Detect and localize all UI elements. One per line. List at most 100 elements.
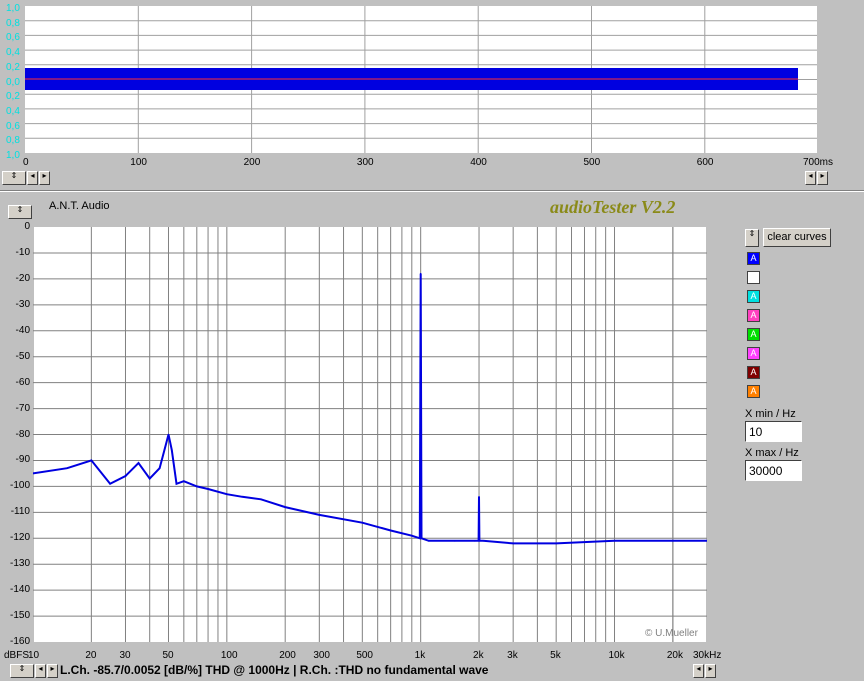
time-zoom-left-button[interactable]: ◂ xyxy=(805,171,816,185)
spectrum-y-tick-label: -30 xyxy=(15,298,30,310)
spectrum-point xyxy=(90,459,93,462)
spectrum-point xyxy=(175,482,178,485)
spectrum-point xyxy=(419,537,421,540)
spectrum-point xyxy=(454,540,456,542)
clear-curves-button[interactable]: clear curves xyxy=(763,228,831,247)
status-left-button[interactable]: ◂ xyxy=(35,664,46,678)
spectrum-point xyxy=(284,506,286,508)
spectrum-x-tick-label: 10k xyxy=(608,650,625,661)
time-y-tick-label: 0,6 xyxy=(6,32,20,44)
curve-swatch[interactable]: A xyxy=(747,366,760,379)
device-label: A.N.T. Audio xyxy=(49,200,110,212)
curve-swatch[interactable]: A xyxy=(747,252,760,265)
spectrum-x-tick-label: 300 xyxy=(313,650,330,661)
time-y-spin-button[interactable]: ⇕ xyxy=(2,171,26,185)
time-plot-area xyxy=(25,6,817,153)
freq-scroll-left-button[interactable]: ◂ xyxy=(693,664,704,678)
time-y-tick-label: 1,0 xyxy=(6,3,20,14)
time-x-tick-label: 600 xyxy=(696,157,714,168)
spectrum-point xyxy=(137,462,140,464)
spectrum-point xyxy=(109,482,111,485)
spectrum-x-tick-label: 50 xyxy=(162,650,174,661)
time-x-tick-label: 400 xyxy=(470,157,487,168)
spectrum-x-tick-label: 10 xyxy=(28,650,40,661)
y-unit-label: dBFS xyxy=(4,650,30,661)
spectrum-y-tick-label: -50 xyxy=(15,350,30,362)
spectrum-x-tick-label: 3k xyxy=(507,650,518,661)
spectrum-point xyxy=(473,540,476,542)
freq-scroll-right-button[interactable]: ▸ xyxy=(705,664,716,678)
spectrum-y-tick-label: -90 xyxy=(15,454,30,466)
curve-swatch[interactable]: A xyxy=(747,328,760,341)
spectrum-x-tick-label: 100 xyxy=(220,650,238,661)
status-spin-button[interactable]: ⇕ xyxy=(10,664,34,678)
spectrum-point xyxy=(672,540,674,542)
spectrum-point xyxy=(260,498,262,501)
status-right-button[interactable]: ▸ xyxy=(47,664,58,678)
curve-swatch[interactable]: A xyxy=(747,347,760,360)
spectrum-plot-area: © U.Mueller xyxy=(32,227,708,642)
spectrum-y-tick-label: -110 xyxy=(10,506,30,518)
time-x-tick-label: 100 xyxy=(130,157,147,168)
spectrum-point xyxy=(427,540,430,542)
time-y-tick-label: 0,8 xyxy=(6,17,20,29)
spectrum-x-tick-label: 20 xyxy=(85,650,97,661)
spectrum-y-tick-label: -80 xyxy=(15,428,30,440)
time-zoom-right-button[interactable]: ▸ xyxy=(817,171,828,185)
spectrum-x-tick-label: 2k xyxy=(473,650,484,661)
spectrum-point xyxy=(241,495,243,498)
spectrum-point xyxy=(361,521,364,524)
spectrum-y-tick-label: -120 xyxy=(9,532,30,544)
spectrum-point xyxy=(170,449,173,451)
spectrum-y-spin-button[interactable]: ⇕ xyxy=(8,205,32,219)
spectrum-x-tick-label: 200 xyxy=(279,650,296,661)
panel-divider xyxy=(0,190,864,192)
spectrum-y-tick-label: -140 xyxy=(9,584,30,596)
xmin-field[interactable] xyxy=(745,421,802,442)
time-x-last-label: 700ms xyxy=(803,157,834,168)
spectrum-y-tick-label: -20 xyxy=(15,272,30,284)
curve-swatch[interactable]: A xyxy=(747,309,760,322)
spectrum-plot-svg xyxy=(32,227,708,642)
spectrum-point xyxy=(124,475,127,477)
time-y-tick-label: 0,6 xyxy=(6,120,20,132)
time-x-tick-label: 0 xyxy=(23,157,29,168)
spectrum-y-tick-label: 0 xyxy=(24,221,30,232)
curve-swatch[interactable]: A xyxy=(747,290,760,303)
spectrum-y-tick-label: -10 xyxy=(15,246,30,258)
spectrum-point xyxy=(555,542,557,545)
spectrum-x-tick-label: 30 xyxy=(119,650,131,661)
spectrum-point xyxy=(478,495,480,498)
spectrum-point xyxy=(167,433,170,436)
spectrum-y-tick-label: -150 xyxy=(9,610,30,622)
spectrum-point xyxy=(226,493,228,495)
curve-swatch[interactable] xyxy=(747,271,760,284)
time-x-tick-label: 200 xyxy=(243,157,261,168)
spectrum-point xyxy=(478,540,481,542)
time-scroll-right-button[interactable]: ▸ xyxy=(39,171,50,185)
spectrum-x-tick-label: 500 xyxy=(356,650,373,661)
time-x-tick-label: 300 xyxy=(356,157,374,168)
time-scroll-left-button[interactable]: ◂ xyxy=(27,171,38,185)
spectrum-x-tick-label: 30kHz xyxy=(693,650,722,661)
spectrum-point xyxy=(420,537,423,540)
spectrum-y-tick-label: -130 xyxy=(9,558,30,570)
spectrum-y-tick-label: -60 xyxy=(15,376,30,388)
xmin-label: X min / Hz xyxy=(745,408,796,420)
spectrum-point xyxy=(164,446,166,449)
curve-swatch[interactable]: A xyxy=(747,385,760,398)
spectrum-point xyxy=(207,488,209,490)
spectrum-y-tick-label: -70 xyxy=(15,402,30,414)
spectrum-point xyxy=(419,272,422,275)
spectrum-point xyxy=(196,485,198,488)
spectrum-point xyxy=(613,540,616,542)
spectrum-point xyxy=(482,540,484,542)
time-y-tick-label: 1,0 xyxy=(6,150,20,161)
curve-spin-button[interactable]: ⇕ xyxy=(745,229,759,247)
time-y-tick-label: 0,4 xyxy=(6,47,20,59)
time-x-tick-label: 500 xyxy=(583,157,601,168)
time-y-tick-label: 0,0 xyxy=(6,76,20,88)
xmax-field[interactable] xyxy=(745,460,802,481)
spectrum-y-tick-label: -160 xyxy=(9,636,30,647)
time-y-tick-label: 0,4 xyxy=(6,105,20,117)
